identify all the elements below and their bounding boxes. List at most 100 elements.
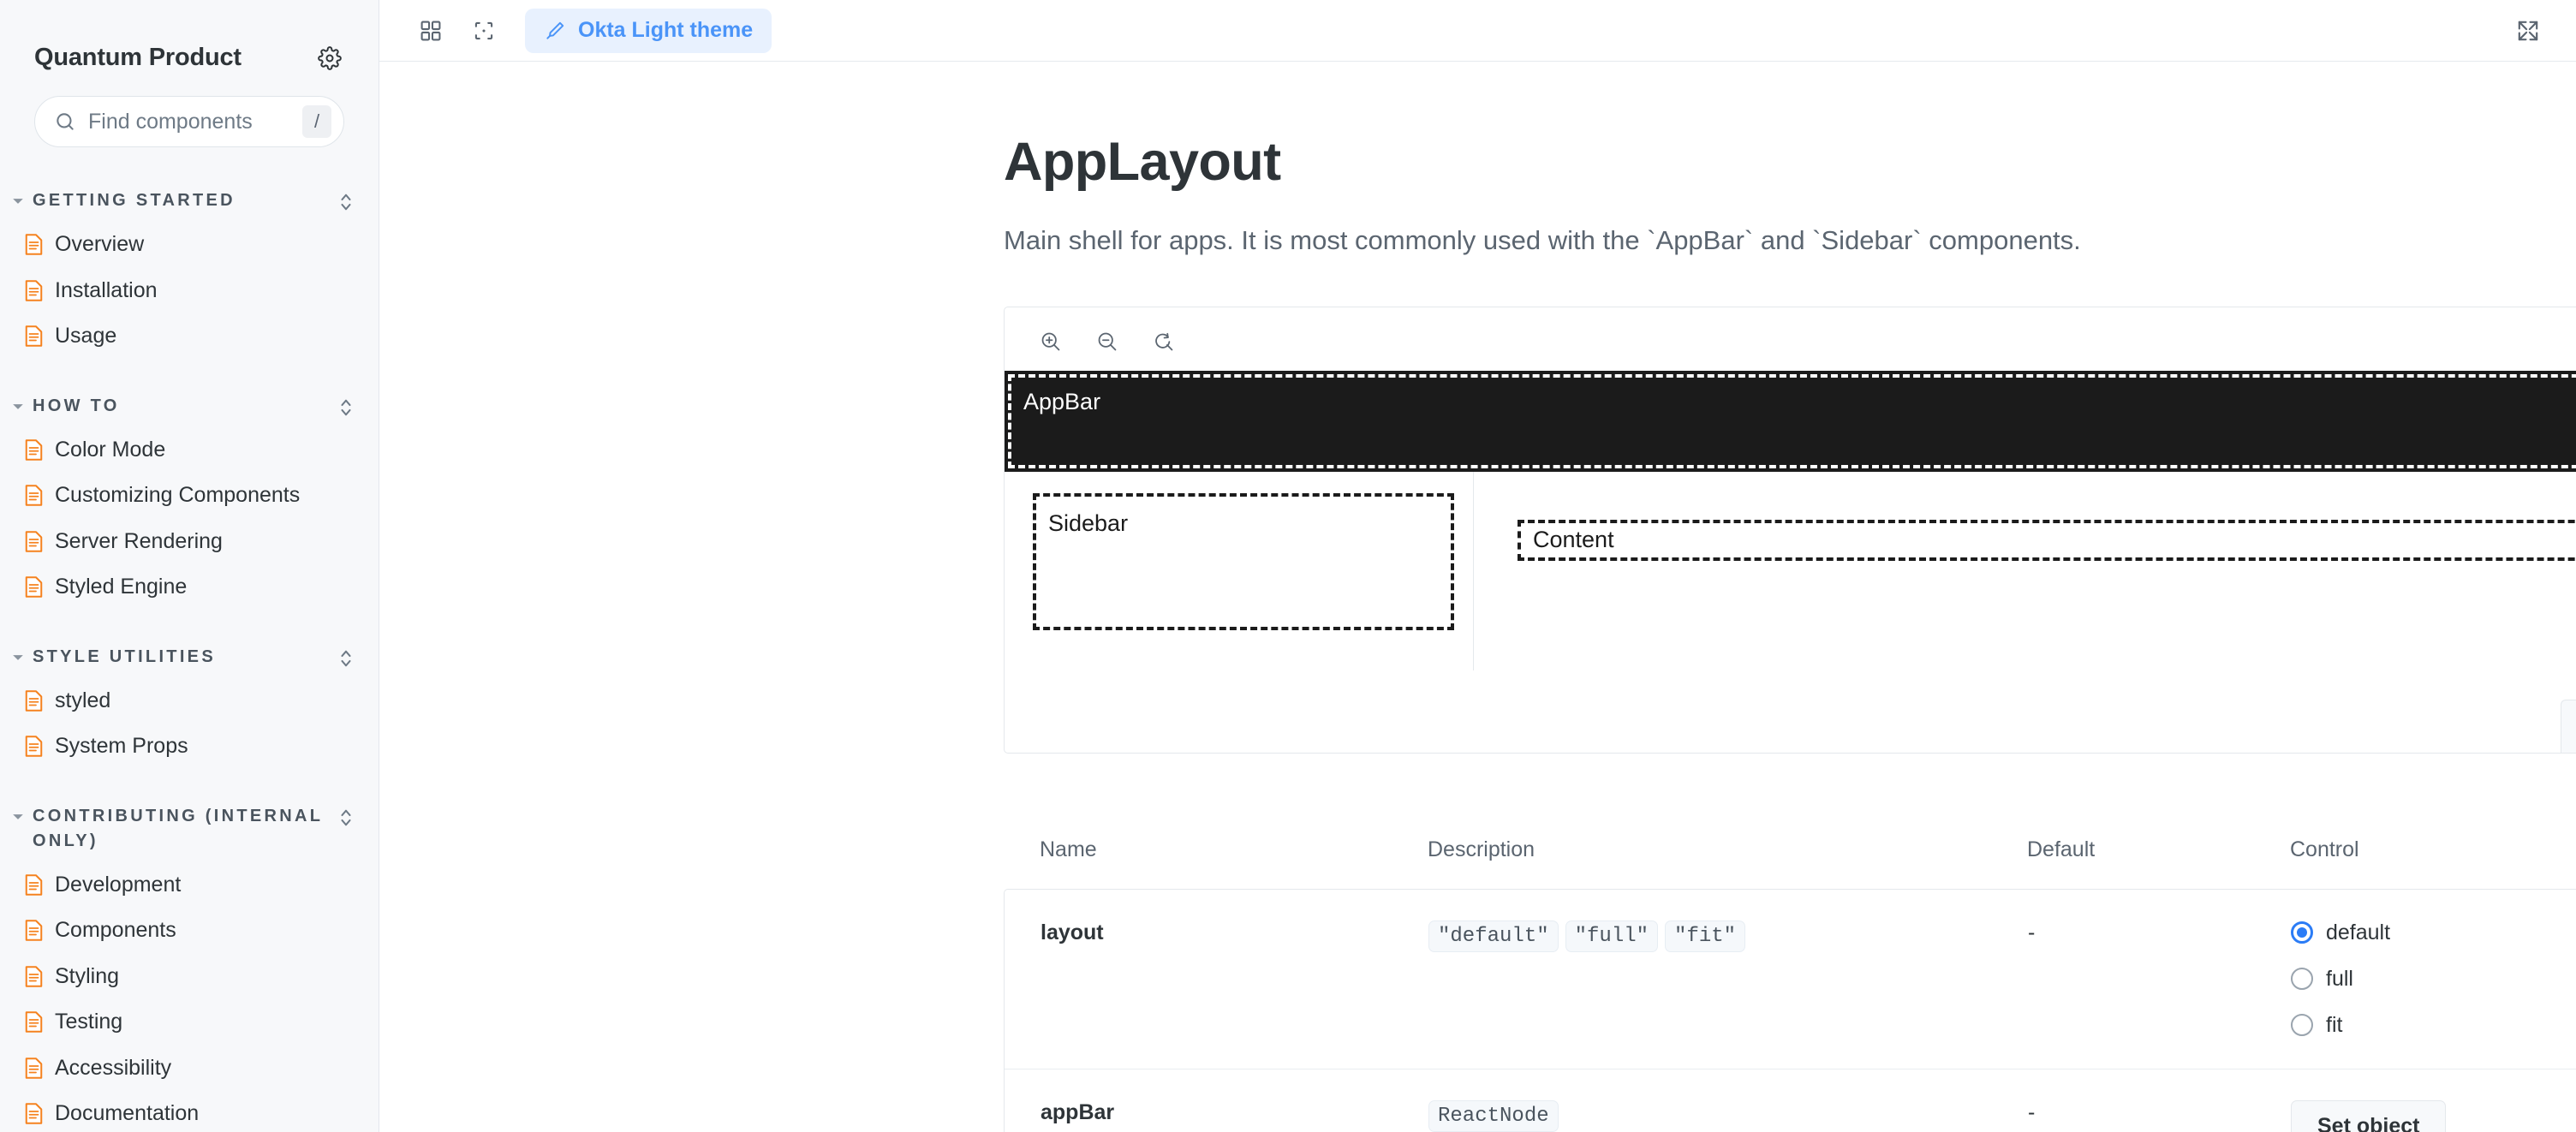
- preview-card: AppBar Sidebar Content: [1004, 306, 2576, 754]
- sidebar-item-label: Installation: [55, 277, 158, 302]
- sidebar-item-label: Components: [55, 918, 176, 942]
- zoom-out-icon[interactable]: [1088, 323, 1126, 360]
- props-table-body: layout "default""full""fit" - default: [1004, 888, 2576, 1132]
- document-icon: [24, 439, 44, 461]
- sidebar-item-components[interactable]: Components: [0, 908, 379, 954]
- preview-appbar-slot: AppBar: [1005, 370, 2576, 472]
- document-icon: [24, 874, 44, 896]
- prop-description: "default" "full" "fit": [1428, 920, 2028, 957]
- main-area: Okta Light theme AppLayout Main shell fo…: [379, 0, 2576, 1132]
- prop-name: appBar: [1041, 1099, 1115, 1124]
- section-header-contributing[interactable]: Contributing (Internal only): [0, 792, 379, 862]
- section-header-style-utilities[interactable]: Style utilities: [0, 633, 379, 678]
- sidebar-item-styled-engine[interactable]: Styled Engine: [0, 564, 379, 611]
- sort-toggle-icon[interactable]: [337, 641, 355, 669]
- sidebar-item-label: Documentation: [55, 1101, 200, 1125]
- radio-option-fit[interactable]: fit: [2291, 1013, 2576, 1038]
- grid-icon[interactable]: [408, 9, 453, 53]
- radio-label: default: [2326, 920, 2391, 944]
- sidebar-item-styled[interactable]: styled: [0, 678, 379, 724]
- sidebar-item-label: Styling: [55, 963, 120, 988]
- sidebar-item-label: Accessibility: [55, 1055, 172, 1080]
- page-title: AppLayout: [1004, 132, 1281, 192]
- sidebar-item-overview[interactable]: Overview: [0, 222, 379, 268]
- preview-sidebar-slot: Sidebar: [1005, 471, 1474, 670]
- document-icon: [24, 576, 44, 598]
- sort-toggle-icon[interactable]: [337, 185, 355, 212]
- sidebar-item-label: Customizing Components: [55, 483, 301, 507]
- document-icon: [24, 966, 44, 987]
- sort-toggle-icon[interactable]: [337, 801, 355, 828]
- table-row: appBar ReactNode - Set object: [1005, 1069, 2576, 1132]
- document-icon: [24, 736, 44, 757]
- document-icon: [24, 1103, 44, 1124]
- document-icon: [24, 325, 44, 347]
- radio-label: fit: [2326, 1012, 2343, 1037]
- sidebar-item-label: Server Rendering: [55, 528, 223, 553]
- gear-icon[interactable]: [315, 44, 344, 73]
- document-icon: [24, 234, 44, 255]
- show-code-button[interactable]: Show code: [2561, 699, 2576, 753]
- search-box[interactable]: /: [34, 96, 344, 147]
- document-icon: [24, 920, 44, 941]
- column-header-description: Description: [1428, 837, 1535, 862]
- sidebar-item-installation[interactable]: Installation: [0, 268, 379, 314]
- sidebar-item-documentation[interactable]: Documentation: [0, 1091, 379, 1132]
- page-description: Main shell for apps. It is most commonly…: [1004, 225, 2081, 255]
- sidebar-item-server-rendering[interactable]: Server Rendering: [0, 519, 379, 565]
- nav-section-getting-started: Getting started Overview: [0, 176, 379, 360]
- set-object-button[interactable]: Set object: [2291, 1099, 2447, 1132]
- theme-selector-button[interactable]: Okta Light theme: [525, 8, 772, 53]
- sidebar-item-label: Overview: [55, 232, 145, 256]
- radio-label: full: [2326, 966, 2353, 991]
- sidebar-item-color-mode[interactable]: Color Mode: [0, 427, 379, 474]
- prop-description: ReactNode: [1428, 1099, 2028, 1132]
- nav-section-how-to: How to Color Mode: [0, 382, 379, 611]
- sidebar-item-styling[interactable]: Styling: [0, 954, 379, 1000]
- sidebar-item-label: styled: [55, 688, 111, 712]
- reset-zoom-icon[interactable]: [1145, 323, 1183, 360]
- search-icon: [54, 110, 76, 133]
- search-shortcut-badge: /: [302, 105, 331, 138]
- prop-default: -: [2028, 1099, 2036, 1124]
- top-toolbar: Okta Light theme: [379, 0, 2576, 62]
- prop-name: layout: [1041, 920, 1104, 944]
- sidebar-header: Quantum Product: [0, 0, 379, 77]
- radio-indicator[interactable]: [2291, 921, 2313, 944]
- search-input[interactable]: [88, 109, 290, 134]
- sidebar-nav: Getting started Overview: [0, 147, 379, 1132]
- preview-content-placeholder: Content: [1518, 519, 2576, 561]
- type-chip: "default": [1428, 920, 1559, 952]
- section-header-getting-started[interactable]: Getting started: [0, 176, 379, 222]
- radio-option-default[interactable]: default: [2291, 920, 2576, 945]
- preview-toolbar: [1005, 307, 2576, 371]
- sidebar-item-system-props[interactable]: System Props: [0, 724, 379, 770]
- sidebar-item-customizing-components[interactable]: Customizing Components: [0, 473, 379, 519]
- sidebar-item-label: Color Mode: [55, 437, 166, 462]
- caret-down-icon: [9, 185, 27, 207]
- radio-group-layout: default full fit: [2291, 920, 2576, 1038]
- sidebar-item-usage[interactable]: Usage: [0, 313, 379, 360]
- sidebar-item-accessibility[interactable]: Accessibility: [0, 1046, 379, 1092]
- type-chip: ReactNode: [1428, 1099, 1559, 1132]
- sort-toggle-icon[interactable]: [337, 390, 355, 418]
- sidebar-item-label: Testing: [55, 1010, 123, 1034]
- preview-sidebar-placeholder: Sidebar: [1033, 492, 1454, 630]
- radio-option-full[interactable]: full: [2291, 967, 2576, 992]
- sidebar-item-development[interactable]: Development: [0, 862, 379, 909]
- section-header-how-to[interactable]: How to: [0, 382, 379, 427]
- document-icon: [24, 531, 44, 552]
- sidebar-item-label: Development: [55, 872, 182, 897]
- app-root: Quantum Product /: [0, 0, 2576, 1132]
- section-title: Style utilities: [33, 646, 216, 666]
- zoom-in-icon[interactable]: [1032, 323, 1070, 360]
- sidebar: Quantum Product /: [0, 0, 379, 1132]
- expand-arrows-icon[interactable]: [2506, 9, 2550, 53]
- page-inner: AppLayout Main shell for apps. It is mos…: [1004, 62, 2576, 1132]
- radio-indicator[interactable]: [2291, 1014, 2313, 1037]
- preview-content-slot: Content: [1474, 472, 2576, 670]
- sidebar-item-testing[interactable]: Testing: [0, 999, 379, 1046]
- radio-indicator[interactable]: [2291, 968, 2313, 991]
- viewport-select-icon[interactable]: [462, 9, 506, 53]
